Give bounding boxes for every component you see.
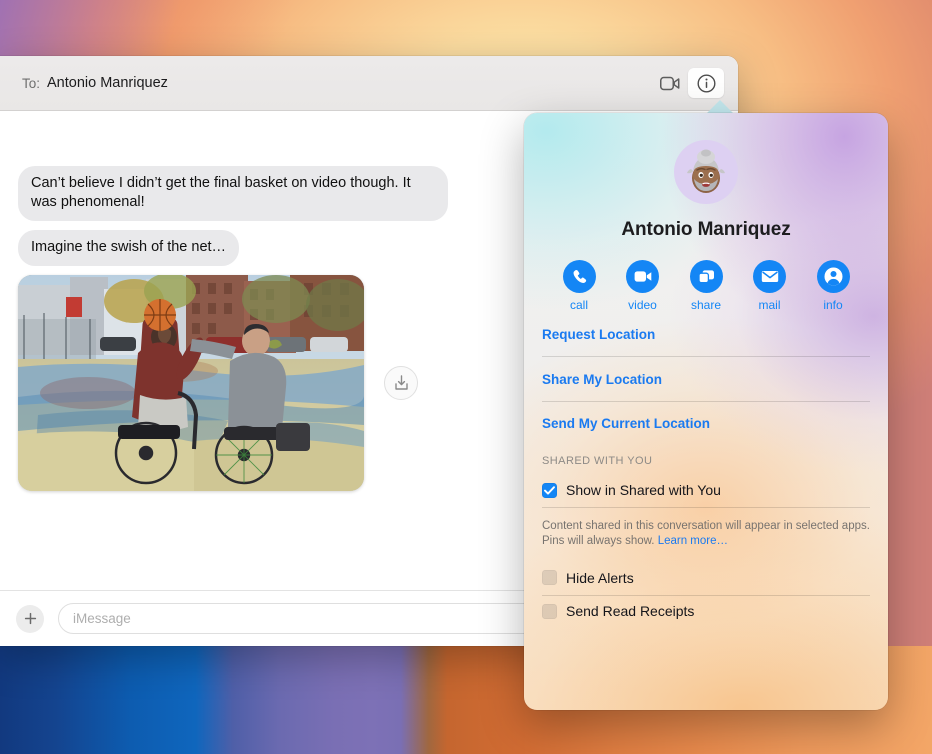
call-label: call [569,298,588,312]
checkmark-icon [544,485,555,495]
learn-more-link[interactable]: Learn more… [658,535,728,547]
hide-alerts-label: Hide Alerts [566,569,634,586]
info-button[interactable] [816,260,850,293]
screen-share-icon [697,270,714,284]
video-camera-icon [634,271,651,282]
message-bubble-incoming[interactable]: Can’t believe I didn’t get the final bas… [18,165,448,221]
request-location-link[interactable]: Request Location [542,312,870,356]
mail-button[interactable] [753,260,786,293]
share-label: share [690,298,722,312]
shared-with-you-header: SHARED WITH YOU [542,455,653,467]
mail-label: mail [758,298,781,312]
send-read-receipts-checkbox[interactable] [542,603,557,619]
send-read-receipts-label: Send Read Receipts [566,603,695,620]
photo-attachment[interactable] [18,274,364,491]
share-my-location-link[interactable]: Share My Location [542,357,870,401]
basketball-court-photo [18,274,364,491]
video-button[interactable] [626,260,659,293]
conversation-details-popover: Antonio Manriquez call video share mail … [524,113,888,710]
send-read-receipts-row[interactable]: Send Read Receipts [542,595,870,628]
call-button[interactable] [562,260,596,293]
call-action[interactable]: call [556,260,602,312]
contact-name: Antonio Manriquez [621,219,791,240]
info-circle-icon [696,73,716,93]
facetime-video-button[interactable] [652,68,688,98]
phone-icon [573,269,586,284]
envelope-icon [761,271,778,282]
memoji-avatar [687,149,725,193]
info-label: info [823,298,843,312]
info-action[interactable]: info [810,260,856,312]
shared-help-text: Content shared in this conversation will… [542,508,870,562]
hide-alerts-checkbox[interactable] [542,570,557,586]
plus-icon [24,612,36,625]
message-bubble-incoming[interactable]: Imagine the swish of the net… [18,229,240,266]
person-circle-icon [824,267,842,286]
save-attachment-button[interactable] [384,365,418,400]
avatar[interactable] [674,140,738,204]
share-button[interactable] [689,260,723,293]
video-label: video [628,298,657,312]
add-attachment-button[interactable] [16,604,44,633]
show-in-shared-with-you-row[interactable]: Show in Shared with You [542,474,870,507]
send-my-current-location-link[interactable]: Send My Current Location [542,401,870,445]
window-toolbar: To: Antonio Manriquez [0,56,738,111]
video-camera-icon [660,76,680,90]
show-in-shared-checkbox[interactable] [542,482,557,498]
share-action[interactable]: share [683,260,729,312]
details-info-button[interactable] [688,68,724,98]
quick-actions: call video share mail info [556,260,856,312]
show-in-shared-label: Show in Shared with You [566,482,721,498]
mail-action[interactable]: mail [747,260,793,312]
hide-alerts-row[interactable]: Hide Alerts [542,562,870,595]
video-action[interactable]: video [620,260,666,312]
recipient-name[interactable]: Antonio Manriquez [47,75,168,91]
to-label: To: [22,75,41,91]
save-to-library-icon [394,375,408,390]
